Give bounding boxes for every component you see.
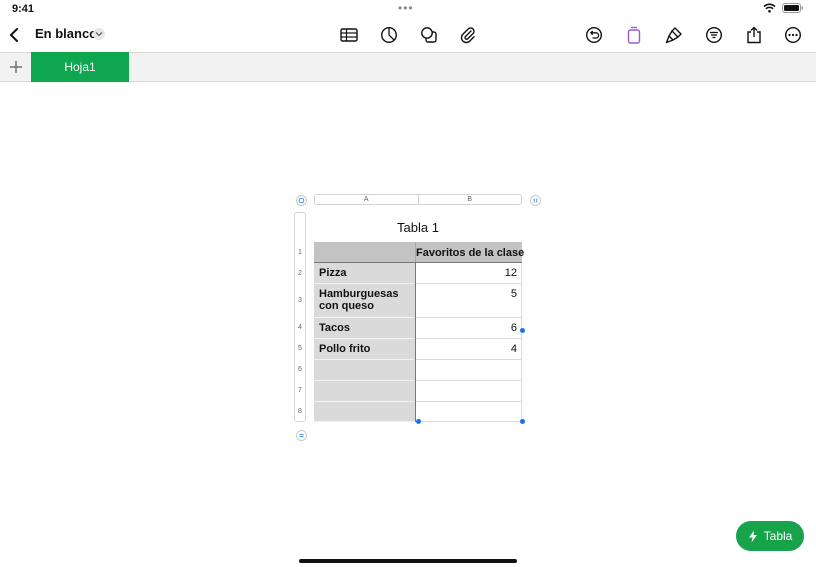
battery-icon bbox=[782, 3, 803, 13]
organize-icon bbox=[705, 26, 723, 44]
selection-handle-bottom[interactable] bbox=[416, 419, 421, 424]
table-cell-b7[interactable] bbox=[416, 381, 522, 402]
row-number[interactable]: 2 bbox=[294, 270, 306, 277]
table-cell-b4[interactable]: 6 bbox=[416, 318, 522, 339]
table-cell-a7[interactable] bbox=[314, 381, 416, 402]
cell-format-button[interactable] bbox=[623, 24, 645, 46]
cell-format-icon bbox=[627, 26, 641, 44]
home-indicator[interactable] bbox=[299, 559, 517, 563]
table-cell-a5[interactable]: Pollo frito bbox=[314, 339, 416, 360]
paperclip-icon bbox=[460, 27, 475, 44]
pause-bars-icon bbox=[533, 198, 538, 203]
add-sheet-button[interactable] bbox=[7, 58, 25, 76]
table-cell-b3[interactable]: 5 bbox=[416, 284, 522, 318]
table-cell-header-b[interactable]: Favoritos de la clase bbox=[416, 242, 524, 263]
table-cell-b6[interactable] bbox=[416, 360, 522, 381]
column-header-b[interactable]: B bbox=[419, 195, 522, 204]
format-button[interactable] bbox=[663, 24, 685, 46]
organize-button[interactable] bbox=[703, 24, 725, 46]
table-cell-b5[interactable]: 4 bbox=[416, 339, 522, 360]
shapes-icon bbox=[421, 27, 437, 43]
table-cell-b8[interactable] bbox=[416, 402, 522, 422]
status-indicators bbox=[763, 3, 804, 13]
status-time: 9:41 bbox=[12, 3, 35, 15]
table-cell-a8[interactable] bbox=[314, 402, 416, 422]
share-button[interactable] bbox=[743, 24, 765, 46]
chart-icon bbox=[380, 26, 398, 44]
selection-handle-corner[interactable] bbox=[520, 419, 525, 424]
equals-icon bbox=[299, 434, 304, 437]
document-title[interactable]: En blanco bbox=[35, 26, 97, 41]
chevron-down-icon bbox=[95, 32, 103, 37]
table-cell-header-a[interactable] bbox=[314, 242, 416, 263]
multitasking-dots[interactable]: ••• bbox=[398, 1, 414, 15]
document-menu-button[interactable] bbox=[93, 28, 105, 40]
undo-icon bbox=[585, 26, 603, 44]
table-cell-b2[interactable]: 12 bbox=[416, 263, 522, 284]
row-number[interactable]: 7 bbox=[294, 387, 306, 394]
table-cell-a2[interactable]: Pizza bbox=[314, 263, 416, 284]
row-number[interactable]: 8 bbox=[294, 408, 306, 415]
row-number[interactable]: 5 bbox=[294, 345, 306, 352]
undo-button[interactable] bbox=[583, 24, 605, 46]
back-button[interactable] bbox=[3, 24, 25, 46]
share-icon bbox=[747, 26, 761, 44]
selection-handle-right[interactable] bbox=[520, 328, 525, 333]
table-cell-a6[interactable] bbox=[314, 360, 416, 381]
insert-shape-button[interactable] bbox=[418, 24, 440, 46]
more-icon bbox=[784, 26, 802, 44]
row-number[interactable]: 4 bbox=[294, 324, 306, 331]
plus-icon bbox=[10, 61, 22, 73]
insert-media-button[interactable] bbox=[457, 24, 479, 46]
back-chevron-icon bbox=[10, 28, 18, 42]
table-move-handle[interactable] bbox=[296, 195, 307, 206]
row-number[interactable]: 1 bbox=[294, 249, 306, 256]
row-number[interactable]: 3 bbox=[294, 297, 306, 304]
column-header-bar: A B bbox=[314, 194, 522, 205]
column-header-a[interactable]: A bbox=[315, 195, 419, 204]
paintbrush-icon bbox=[665, 27, 682, 44]
add-row-handle[interactable] bbox=[296, 430, 307, 441]
insert-chart-button[interactable] bbox=[378, 24, 400, 46]
table-cell-a4[interactable]: Tacos bbox=[314, 318, 416, 339]
table-title[interactable]: Tabla 1 bbox=[314, 220, 522, 235]
more-button[interactable] bbox=[782, 24, 804, 46]
row-number[interactable]: 6 bbox=[294, 366, 306, 373]
table-cell-a3[interactable]: Hamburguesas con queso bbox=[314, 284, 416, 318]
wifi-icon bbox=[763, 3, 776, 13]
lightning-icon bbox=[748, 530, 757, 542]
header-column-divider bbox=[415, 263, 416, 422]
add-column-handle[interactable] bbox=[530, 195, 541, 206]
quick-table-label: Tabla bbox=[763, 529, 793, 543]
table-icon bbox=[340, 28, 358, 42]
insert-table-button[interactable] bbox=[338, 24, 360, 46]
sheet-tab-hoja1[interactable]: Hoja1 bbox=[31, 52, 129, 82]
quick-table-button[interactable]: Tabla bbox=[736, 521, 804, 551]
move-handle-icon bbox=[298, 197, 305, 204]
